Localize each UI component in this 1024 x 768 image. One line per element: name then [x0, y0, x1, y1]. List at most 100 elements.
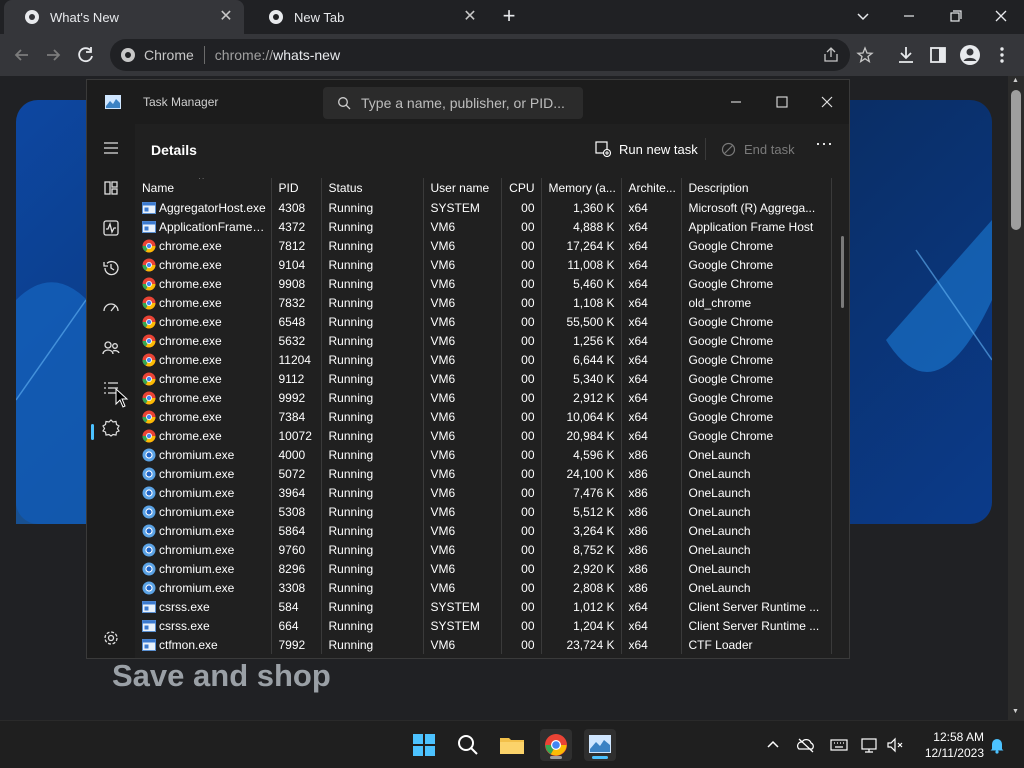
tab-whats-new[interactable]: What's New ✕ [4, 0, 244, 34]
close-tab-icon[interactable]: ✕ [218, 9, 234, 25]
cell-user: VM6 [423, 635, 502, 654]
close-tab-icon[interactable]: ✕ [462, 9, 478, 25]
download-icon[interactable] [893, 42, 919, 68]
cell-user: VM6 [423, 464, 502, 483]
cell-pid: 11204 [271, 350, 322, 369]
minimize-icon[interactable] [721, 88, 751, 116]
app-history-icon[interactable] [99, 256, 123, 280]
onedrive-offline-icon[interactable] [795, 734, 817, 756]
system-clock[interactable]: 12:58 AM 12/11/2023 [914, 729, 984, 761]
column-header[interactable]: User name [423, 178, 502, 198]
performance-icon[interactable] [99, 216, 123, 240]
end-task-button[interactable]: End task [721, 138, 795, 160]
taskbar-chrome-button[interactable] [540, 729, 572, 761]
table-row[interactable]: chromium.exe 8296 Running VM6 00 2,920 Kx86 On… [135, 559, 832, 578]
startup-apps-icon[interactable] [99, 296, 123, 320]
column-header[interactable]: Description [681, 178, 832, 198]
cell-mem: 1,360 K [541, 198, 622, 217]
settings-gear-icon[interactable] [99, 626, 123, 650]
taskbar-task-manager-button[interactable] [584, 729, 616, 761]
search-input[interactable] [359, 94, 573, 112]
column-header[interactable]: Name ^ [135, 178, 272, 198]
cell-mem: 20,984 K [541, 426, 622, 445]
services-icon[interactable] [99, 416, 123, 440]
run-new-task-button[interactable]: Run new task [595, 138, 698, 160]
scrollbar-thumb[interactable] [1011, 90, 1021, 230]
table-row[interactable]: chromium.exe 3308 Running VM6 00 2,808 Kx86 On… [135, 578, 832, 597]
chrome-icon [142, 334, 156, 347]
table-row[interactable]: chrome.exe 7832 Running VM6 00 1,108 Kx64 old_… [135, 293, 832, 312]
share-icon[interactable] [822, 46, 840, 64]
table-row[interactable]: chrome.exe 9112 Running VM6 00 5,340 Kx64 Goog… [135, 369, 832, 388]
table-row[interactable]: chrome.exe 7812 Running VM6 00 17,264 Kx64 Goo… [135, 236, 832, 255]
toolbar-divider [705, 138, 706, 160]
network-ethernet-icon[interactable] [858, 734, 880, 756]
table-row[interactable]: chromium.exe 5864 Running VM6 00 3,264 Kx86 On… [135, 521, 832, 540]
table-row[interactable]: csrss.exe 664 Running SYSTEM 00 1,204 Kx64 Cli… [135, 616, 832, 635]
table-row[interactable]: ctfmon.exe 7992 Running VM6 00 23,724 Kx64 CTF… [135, 635, 832, 654]
table-row[interactable]: chromium.exe 5308 Running VM6 00 5,512 Kx86 On… [135, 502, 832, 521]
windows-start-icon[interactable] [408, 729, 440, 761]
restore-icon[interactable] [942, 4, 968, 28]
address-bar[interactable]: Chrome chrome://whats-new [110, 39, 874, 71]
cell-cpu: 00 [501, 445, 542, 464]
maximize-icon[interactable] [767, 88, 797, 116]
chrome-menu-icon[interactable] [989, 42, 1015, 68]
cell-cpu: 00 [501, 236, 542, 255]
more-options-button[interactable]: ··· [811, 134, 837, 160]
bookmark-star-icon[interactable] [856, 46, 874, 64]
keyboard-icon[interactable] [828, 734, 850, 756]
tab-label: New Tab [294, 9, 345, 25]
column-header[interactable]: PID [271, 178, 322, 198]
hamburger-menu-icon[interactable] [99, 136, 123, 160]
cell-mem: 2,912 K [541, 388, 622, 407]
volume-muted-icon[interactable] [884, 734, 906, 756]
table-scrollbar-thumb[interactable] [841, 236, 844, 308]
file-explorer-icon[interactable] [496, 729, 528, 761]
profile-avatar-icon[interactable] [957, 42, 983, 68]
process-search-box[interactable] [323, 87, 583, 119]
close-window-icon[interactable] [988, 4, 1014, 28]
table-row[interactable]: csrss.exe 584 Running SYSTEM 00 1,012 Kx64 Cli… [135, 597, 832, 616]
side-panel-icon[interactable] [925, 42, 951, 68]
notification-bell-icon[interactable] [986, 734, 1008, 756]
reload-icon[interactable] [73, 42, 99, 68]
tab-new-tab[interactable]: New Tab ✕ [248, 0, 488, 34]
column-header[interactable]: Archite... [621, 178, 682, 198]
show-hidden-icons-chevron-icon[interactable] [762, 734, 784, 756]
column-header[interactable]: Memory (a... [541, 178, 622, 198]
table-row[interactable]: ApplicationFrameHo... 4372 Running VM6 00 4,8… [135, 217, 832, 236]
table-row[interactable]: chrome.exe 9104 Running VM6 00 11,008 Kx64 Goo… [135, 255, 832, 274]
table-row[interactable]: AggregatorHost.exe 4308 Running SYSTEM 00 1,3… [135, 198, 832, 217]
users-icon[interactable] [99, 336, 123, 360]
forward-arrow-icon[interactable] [40, 42, 66, 68]
table-row[interactable]: chrome.exe 11204 Running VM6 00 6,644 Kx64 Goo… [135, 350, 832, 369]
processes-icon[interactable] [99, 176, 123, 200]
table-row[interactable]: chromium.exe 3964 Running VM6 00 7,476 Kx86 On… [135, 483, 832, 502]
close-icon[interactable] [812, 88, 842, 116]
table-row[interactable]: chrome.exe 10072 Running VM6 00 20,984 Kx64 Go… [135, 426, 832, 445]
scroll-down-icon[interactable]: ▼ [1012, 708, 1019, 715]
table-row[interactable]: chrome.exe 9992 Running VM6 00 2,912 Kx64 Goog… [135, 388, 832, 407]
cell-desc: OneLaunch [681, 540, 832, 559]
process-name: chromium.exe [159, 542, 235, 557]
back-arrow-icon[interactable] [9, 42, 35, 68]
table-row[interactable]: chrome.exe 6548 Running VM6 00 55,500 Kx64 Goo… [135, 312, 832, 331]
cell-desc: Google Chrome [681, 407, 832, 426]
table-row[interactable]: chrome.exe 9908 Running VM6 00 5,460 Kx64 Goog… [135, 274, 832, 293]
table-row[interactable]: chromium.exe 5072 Running VM6 00 24,100 Kx86 O… [135, 464, 832, 483]
new-tab-button[interactable]: + [498, 5, 520, 28]
table-row[interactable]: chromium.exe 4000 Running VM6 00 4,596 Kx86 On… [135, 445, 832, 464]
table-row[interactable]: chrome.exe 7384 Running VM6 00 10,064 Kx64 Goo… [135, 407, 832, 426]
column-header[interactable]: Status [321, 178, 424, 198]
tab-search-chevron-icon[interactable] [850, 4, 876, 28]
search-icon[interactable] [452, 729, 484, 761]
page-scrollbar[interactable]: ▲ ▼ [1008, 76, 1024, 720]
task-manager-titlebar[interactable]: Task Manager [87, 80, 849, 124]
scroll-up-icon[interactable]: ▲ [1012, 77, 1019, 84]
table-row[interactable]: chrome.exe 5632 Running VM6 00 1,256 Kx64 Goog… [135, 331, 832, 350]
column-header[interactable]: CPU [501, 178, 542, 198]
minimize-icon[interactable] [896, 4, 922, 28]
active-nav-indicator [91, 424, 94, 440]
table-row[interactable]: chromium.exe 9760 Running VM6 00 8,752 Kx86 On… [135, 540, 832, 559]
